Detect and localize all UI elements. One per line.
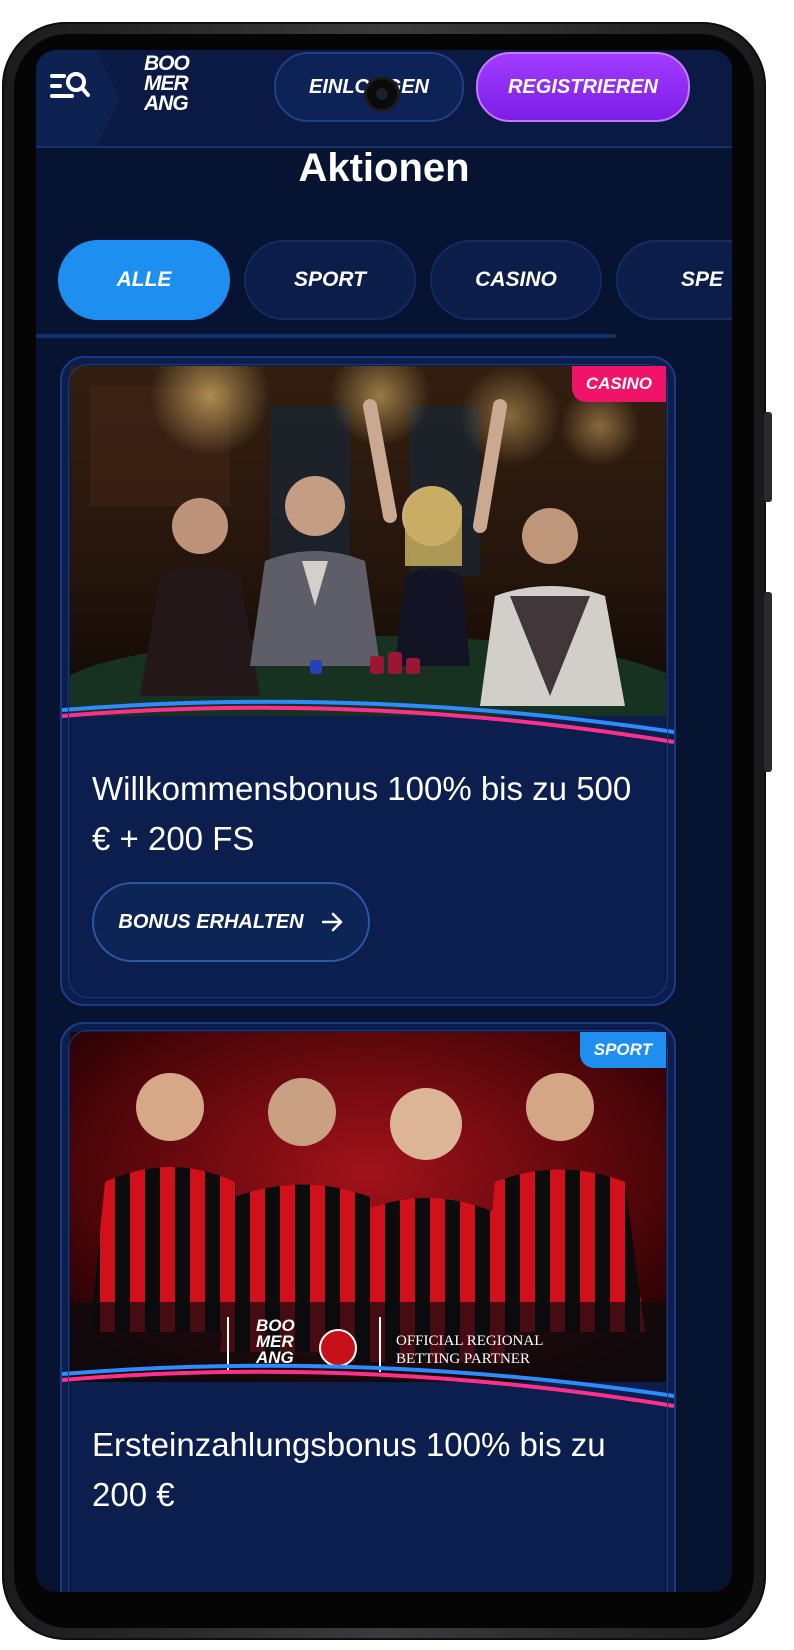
tab-alle[interactable]: ALLE [58,240,230,320]
bonus-erhalten-button[interactable]: BONUS ERHALTEN [92,882,370,962]
promo-card-casino: CASINO Willkommensbonus 100% bis zu 500 … [60,356,676,1006]
volume-button [764,412,772,502]
front-camera [364,76,400,112]
logo-line-1: BOO [144,52,190,75]
cta-label: BONUS ERHALTEN [118,910,304,933]
casino-promo-image [70,366,666,716]
tab-sport[interactable]: SPORT [244,240,416,320]
category-tabs: ALLE SPORT CASINO SPE [36,240,732,324]
register-button[interactable]: REGISTRIEREN [476,52,690,122]
sport-promo-image: BOO MER ANG OFFICIAL REGIONAL BETTING PA… [70,1032,666,1382]
casino-badge: CASINO [571,366,666,402]
promo-title: Ersteinzahlungsbonus 100% bis zu 200 € [92,1426,606,1513]
app-screen: BOO MER ANG EINLOGGEN REGISTRIEREN Aktio… [36,50,732,1592]
partner-caption-line-1: OFFICIAL REGIONAL [396,1333,544,1349]
tab-casino[interactable]: CASINO [430,240,602,320]
power-button [764,592,772,772]
card-swoosh-decoration [62,1363,674,1408]
promo-title: Willkommensbonus 100% bis zu 500 € + 200… [92,770,632,857]
page-title: Aktionen [298,146,470,190]
promo-card-sport: BOO MER ANG OFFICIAL REGIONAL BETTING PA… [60,1022,676,1592]
menu-button[interactable] [36,50,120,146]
sport-badge: SPORT [579,1032,666,1068]
logo-line-2: MER [144,72,189,95]
boomerang-logo[interactable]: BOO MER ANG [144,52,214,134]
logo-line-3: ANG [144,92,189,115]
tabs-scroll-indicator [36,334,616,338]
tab-spezial[interactable]: SPE [616,240,732,320]
card-swoosh-decoration [62,699,674,744]
arrow-right-icon [321,912,342,932]
menu-search-icon [50,72,90,98]
